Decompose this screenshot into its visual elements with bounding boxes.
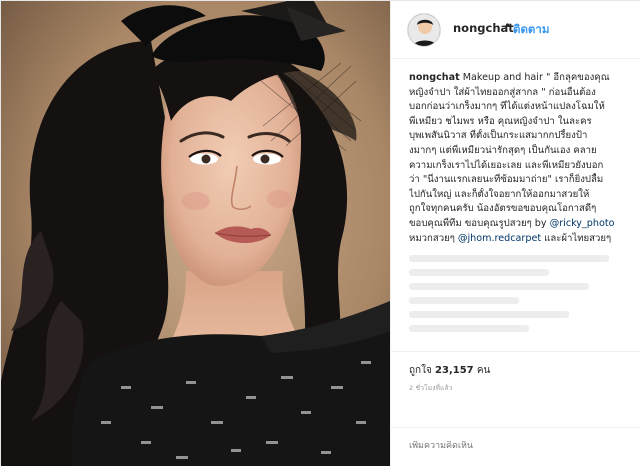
separator-dot: • [504,19,512,33]
post-caption: nongchat Makeup and hair " อีกลุคของคุณ … [409,71,633,246]
caption-line-3: บอกก่อนว่าเกร็งมากๆ ที่ได้แต่งหน้าแปลงโฉ… [409,101,605,113]
add-comment-input[interactable] [409,441,629,451]
caption-line-10: ถูกใจทุกคนครับ น้องอัตรขอขอบคุณโอกาสดีๆ [409,203,597,215]
caption-username[interactable]: nongchat [409,72,460,83]
blurred-comment [409,269,549,276]
post-header: nongchat • ติดตาม [391,1,640,59]
post-actions-divider [391,351,640,361]
add-comment-bar [391,427,640,466]
comments-list-blurred [409,255,633,339]
blurred-comment [409,311,569,318]
likes-count[interactable]: ถูกใจ 23,157 คน [409,363,490,378]
caption-line-9: ไปกันใหญ่ และก็ตั้งใจอยากให้ออกมาสวยให้ [409,188,590,200]
caption-line-5: บุพเพสันนิวาส ที่ตั้งเป็นกระแสมากกปรี้ยง… [409,130,588,142]
blurred-comment [409,283,589,290]
caption-line-8: ว่า "นี่งานแรกเลยนะที่ซ้อมมาถ่าย" เราก็ย… [409,174,604,186]
post-timestamp[interactable]: 2 ชั่วโมงที่แล้ว [409,383,453,393]
caption-line-12: หมวกสวยๆ @jhom.redcarpet และผ้าไทยสวยๆ [409,232,612,244]
mention-link-dress[interactable]: @jhom.redcarpet [458,233,541,244]
post-side-panel: nongchat • ติดตาม nongchat Makeup and ha… [390,1,640,466]
caption-line-11: ขอบคุณพี่ทีม ขอบคุณรูปสวยๆ by @ricky_pho… [409,217,615,229]
instagram-post: nongchat • ติดตาม nongchat Makeup and ha… [0,0,640,466]
profile-avatar-icon[interactable] [407,13,441,47]
mention-link-photographer[interactable]: @ricky_photo [550,218,615,229]
caption-line-2: หญิงจำปา ใส่ผ้าไทยออกสู่สากล " ก่อนอื่นต… [409,86,596,98]
follow-button[interactable]: ติดตาม [513,21,549,39]
blurred-comment [409,325,529,332]
blurred-comment [409,297,519,304]
caption-line-1: nongchat Makeup and hair " อีกลุคของคุณ [409,72,610,83]
caption-line-7: ความเกร็งเราไปได้เยอะเลย และพี่เหมียวยัง… [409,159,604,171]
likes-number: 23,157 [435,365,474,376]
post-photo[interactable] [1,1,390,466]
blurred-comment [409,255,609,262]
caption-line-4: พี่เหมียว ชไมพร หรือ คุณหญิงจำปา ในละคร [409,115,592,127]
caption-line-6: งมากๆ แต่พี่เหมียวน่ารักสุดๆ เป็นกันเอง … [409,144,597,156]
